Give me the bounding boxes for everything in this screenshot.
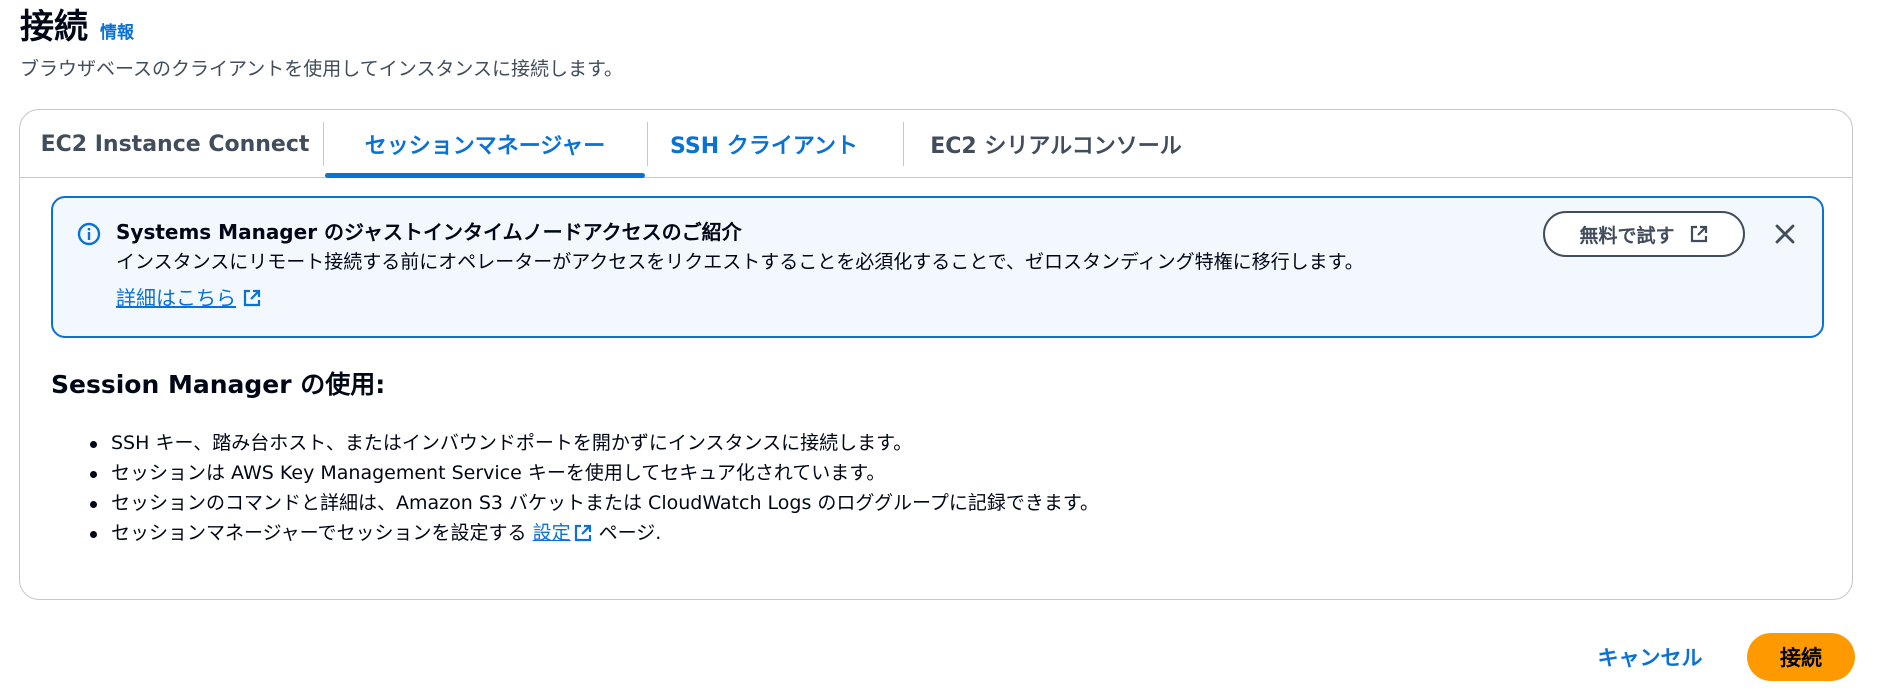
page-header: 接続 情報 [20,4,134,50]
session-manager-heading: Session Manager の使用: [51,370,386,399]
settings-suffix-text: ページ. [592,522,662,544]
close-icon [1775,224,1795,244]
dismiss-alert-button[interactable] [1769,218,1801,250]
tab-ec2-instance-connect[interactable]: EC2 Instance Connect [25,110,325,178]
external-link-icon [574,524,591,542]
page-description: ブラウザベースのクライアントを使用してインスタンスに接続します。 [20,58,624,80]
info-alert: Systems Manager のジャストインタイムノードアクセスのご紹介 イン… [51,196,1824,338]
info-circle-icon [77,222,101,246]
list-item: SSH キー、踏み台ホスト、またはインバウンドポートを開かずにインスタンスに接続… [51,428,1099,458]
tab-separator [323,122,324,166]
learn-more-link[interactable]: 詳細はこちら [116,284,262,312]
list-item: セッションのコマンドと詳細は、Amazon S3 バケットまたは CloudWa… [51,488,1099,518]
alert-title: Systems Manager のジャストインタイムノードアクセスのご紹介 [116,220,742,244]
list-item: セッションは AWS Key Management Service キーを使用し… [51,458,1099,488]
settings-link[interactable]: 設定 [533,518,593,548]
external-link-icon [1690,225,1707,243]
tab-bar: EC2 Instance Connect セッションマネージャー SSH クライ… [20,110,1852,178]
connect-button[interactable]: 接続 [1747,633,1855,681]
learn-more-link-label: 詳細はこちら [116,286,236,310]
tab-ec2-serial-console[interactable]: EC2 シリアルコンソール [916,110,1196,178]
tab-ssh-client[interactable]: SSH クライアント [648,110,880,178]
settings-prefix-text: セッションマネージャーでセッションを設定する [111,522,533,544]
external-link-icon [243,289,261,307]
page-title: 接続 [20,7,88,47]
tab-separator [903,122,904,166]
list-item: セッションマネージャーでセッションを設定する 設定 ページ. [51,518,1099,548]
cancel-button[interactable]: キャンセル [1574,633,1726,681]
try-free-button[interactable]: 無料で試す [1543,211,1745,257]
try-free-button-label: 無料で試す [1579,224,1675,247]
connection-method-card: EC2 Instance Connect セッションマネージャー SSH クライ… [19,109,1853,600]
connect-page: 接続 情報 ブラウザベースのクライアントを使用してインスタンスに接続します。 E… [0,0,1877,695]
settings-link-label: 設定 [532,522,571,544]
alert-body: インスタンスにリモート接続する前にオペレーターがアクセスをリクエストすることを必… [116,251,1364,273]
info-link[interactable]: 情報 [100,18,134,43]
tab-session-manager[interactable]: セッションマネージャー [325,110,645,178]
session-manager-bullets: SSH キー、踏み台ホスト、またはインバウンドポートを開かずにインスタンスに接続… [51,428,1099,548]
